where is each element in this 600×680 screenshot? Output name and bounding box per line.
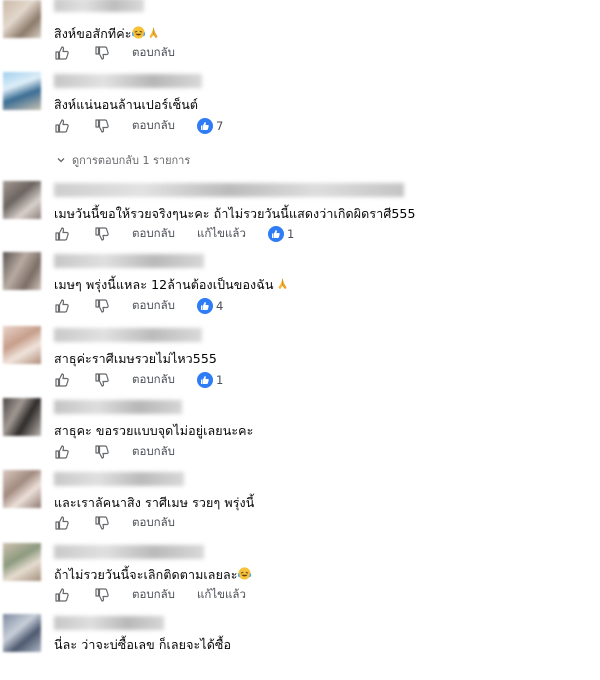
thumbs-up-icon[interactable] bbox=[54, 444, 70, 460]
comment-body: สิงห์แน่นอนล้านเปอร์เซ็นต์ bbox=[54, 97, 199, 112]
like-reaction-count[interactable]: 7 bbox=[197, 118, 223, 134]
reply-button[interactable]: ตอบกลับ bbox=[132, 117, 175, 135]
comment-text: สิงห์แน่นอนล้านเปอร์เซ็นต์ bbox=[54, 95, 198, 115]
comment-body: เมษวันนี้ขอให้รวยจริงๆนะคะ ถ้าไม่รวยวันน… bbox=[54, 206, 416, 221]
comment-text: นี่ละ ว่าจะบ่ซื้อเลข ก็เลยจะได้ซื้อ bbox=[54, 635, 231, 655]
avatar[interactable] bbox=[3, 543, 41, 581]
avatar[interactable] bbox=[3, 252, 41, 290]
like-reaction-icon bbox=[197, 372, 213, 388]
like-reaction-count[interactable]: 1 bbox=[197, 372, 223, 388]
reply-button[interactable]: ตอบกลับ bbox=[132, 225, 175, 243]
like-count: 7 bbox=[216, 119, 224, 133]
avatar[interactable] bbox=[3, 72, 41, 110]
comment-text: เมษๆ พรุ่งนี้แหละ 12ล้านต้องเป็นของฉัน bbox=[54, 275, 289, 295]
laughing-crying-emoji-icon bbox=[131, 26, 145, 39]
like-reaction-icon bbox=[197, 298, 213, 314]
comment-body: สิงห์ขอสักทีค่ะ bbox=[54, 26, 132, 41]
like-count: 4 bbox=[216, 299, 224, 313]
avatar[interactable] bbox=[3, 398, 41, 436]
commenter-name-blurred[interactable] bbox=[54, 254, 204, 268]
edited-label: แก้ไขแล้ว bbox=[197, 587, 246, 601]
thumbs-down-icon[interactable] bbox=[94, 45, 110, 61]
view-replies-link[interactable]: ดูการตอบกลับ 1 รายการ bbox=[56, 151, 190, 169]
comment-actions: ตอบกลับ bbox=[54, 514, 197, 532]
comment-text: สาธุค่ะราศีเมษรวยไม่ไหว555 bbox=[54, 349, 217, 369]
comment-text: ถ้าไม่รวยวันนี้จะเลิกติดตามเลยละ bbox=[54, 565, 251, 585]
commenter-name-blurred[interactable] bbox=[54, 472, 184, 486]
commenter-name-blurred[interactable] bbox=[54, 74, 202, 88]
like-count: 1 bbox=[286, 227, 295, 241]
commenter-name-blurred[interactable] bbox=[54, 616, 164, 630]
comment-actions: ตอบกลับ bbox=[54, 44, 197, 62]
avatar[interactable] bbox=[3, 0, 41, 38]
avatar[interactable] bbox=[3, 181, 41, 219]
reply-button[interactable]: ตอบกลับ bbox=[132, 297, 175, 315]
like-reaction-icon bbox=[267, 226, 284, 242]
commenter-name-blurred[interactable] bbox=[54, 400, 182, 414]
comment-actions: ตอบกลับ แก้ไขแล้ว 1 bbox=[54, 225, 294, 243]
laughing-crying-emoji-icon bbox=[237, 567, 251, 580]
reply-button[interactable]: ตอบกลับ bbox=[132, 586, 175, 604]
view-replies-label: ดูการตอบกลับ 1 รายการ bbox=[72, 154, 191, 167]
reply-button[interactable]: ตอบกลับ bbox=[132, 514, 175, 532]
comment-text: และเราลัคนาสิง ราศีเมษ รวยๆ พรุ่งนี้ bbox=[54, 493, 254, 513]
commenter-name-blurred[interactable] bbox=[54, 328, 202, 342]
like-count: 1 bbox=[216, 373, 224, 387]
thumbs-down-icon[interactable] bbox=[94, 298, 110, 314]
comment-actions: ตอบกลับ 7 bbox=[54, 117, 223, 135]
like-reaction-count[interactable]: 1 bbox=[267, 226, 295, 242]
comment-text: สาธุคะ ขอรวยแบบจุดไม่อยู่เลยนะคะ bbox=[54, 421, 253, 441]
comment-body: สาธุคะ ขอรวยแบบจุดไม่อยู่เลยนะคะ bbox=[54, 423, 254, 438]
praying-hands-emoji-icon bbox=[147, 26, 160, 39]
like-reaction-icon bbox=[197, 118, 213, 134]
thumbs-up-icon[interactable] bbox=[54, 372, 70, 388]
comment-text: เมษวันนี้ขอให้รวยจริงๆนะคะ ถ้าไม่รวยวันน… bbox=[54, 204, 416, 224]
thumbs-up-icon[interactable] bbox=[54, 298, 70, 314]
thumbs-down-icon[interactable] bbox=[94, 372, 110, 388]
thumbs-down-icon[interactable] bbox=[94, 444, 110, 460]
thumbs-down-icon[interactable] bbox=[94, 118, 110, 134]
thumbs-up-icon[interactable] bbox=[54, 118, 70, 134]
thumbs-up-icon[interactable] bbox=[54, 45, 70, 61]
avatar[interactable] bbox=[3, 470, 41, 508]
praying-hands-emoji-icon bbox=[276, 277, 289, 290]
commenter-name-blurred[interactable] bbox=[54, 0, 144, 12]
comment-body: ถ้าไม่รวยวันนี้จะเลิกติดตามเลยละ bbox=[54, 567, 238, 582]
thumbs-up-icon[interactable] bbox=[54, 515, 70, 531]
thumbs-up-icon[interactable] bbox=[54, 226, 70, 242]
comment-actions: ตอบกลับ แก้ไขแล้ว bbox=[54, 586, 268, 604]
comment-body: สาธุค่ะราศีเมษรวยไม่ไหว555 bbox=[54, 351, 217, 366]
thumbs-up-icon[interactable] bbox=[54, 587, 70, 603]
avatar[interactable] bbox=[3, 614, 41, 652]
commenter-name-blurred[interactable] bbox=[54, 545, 204, 559]
reply-button[interactable]: ตอบกลับ bbox=[132, 443, 175, 461]
comment-actions: ตอบกลับ bbox=[54, 443, 197, 461]
comment-actions: ตอบกลับ 1 bbox=[54, 371, 223, 389]
thumbs-down-icon[interactable] bbox=[94, 515, 110, 531]
chevron-down-icon bbox=[56, 155, 66, 165]
reply-button[interactable]: ตอบกลับ bbox=[132, 44, 175, 62]
comment-body: เมษๆ พรุ่งนี้แหละ 12ล้านต้องเป็นของฉัน bbox=[54, 277, 274, 292]
commenter-name-blurred[interactable] bbox=[54, 183, 404, 197]
comment-body: และเราลัคนาสิง ราศีเมษ รวยๆ พรุ่งนี้ bbox=[54, 495, 255, 510]
avatar[interactable] bbox=[3, 326, 41, 364]
comment-actions: ตอบกลับ 4 bbox=[54, 297, 223, 315]
thumbs-down-icon[interactable] bbox=[94, 587, 110, 603]
comment-text: สิงห์ขอสักทีค่ะ bbox=[54, 24, 160, 44]
thumbs-down-icon[interactable] bbox=[94, 226, 110, 242]
edited-label: แก้ไขแล้ว bbox=[197, 226, 246, 240]
like-reaction-count[interactable]: 4 bbox=[197, 298, 223, 314]
comment-body: นี่ละ ว่าจะบ่ซื้อเลข ก็เลยจะได้ซื้อ bbox=[54, 637, 232, 652]
reply-button[interactable]: ตอบกลับ bbox=[132, 371, 175, 389]
